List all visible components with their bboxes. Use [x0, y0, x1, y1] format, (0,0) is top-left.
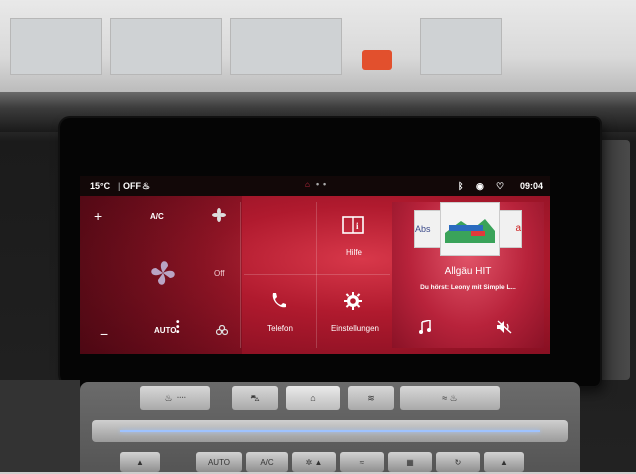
background-red-object: [362, 50, 392, 70]
infotainment-screen: 15°C | OFF ♨ ⌂ • • ᛒ ◉ ♡ 09:04 + A/C Off…: [80, 176, 550, 354]
console-button[interactable]: ▲: [484, 452, 524, 472]
radio-card[interactable]: Abs a Allgäu HIT Du hörst: Leony mit Sim…: [392, 202, 544, 348]
car-button[interactable]: ⛍: [232, 386, 278, 410]
fan-icon[interactable]: [212, 208, 226, 227]
outside-temperature: 15°C: [90, 181, 111, 191]
ac-console-button[interactable]: A/C: [246, 452, 288, 472]
location-icon: ♡: [496, 181, 505, 191]
help-label[interactable]: Hilfe: [324, 248, 384, 257]
station-name: Allgäu HIT: [444, 266, 492, 277]
page-dot[interactable]: •: [316, 179, 319, 189]
background-panel: [420, 18, 502, 75]
background-panel: [230, 18, 342, 75]
prev-station-logo[interactable]: Abs: [414, 210, 442, 248]
home-page-dot-icon[interactable]: ⌂: [305, 180, 310, 189]
settings-gear-icon[interactable]: [344, 292, 362, 315]
fan-speed-icon[interactable]: [146, 256, 180, 295]
temperature-plus-button[interactable]: +: [94, 208, 102, 224]
music-source-icon[interactable]: [418, 319, 434, 339]
help-book-icon[interactable]: i: [342, 216, 364, 239]
divider-shortcuts: [316, 202, 317, 348]
seat-heat-button[interactable]: ♨ ᠁: [140, 386, 210, 410]
divider-shortcut-row: [244, 274, 390, 275]
seat-heat-icon[interactable]: ♨: [142, 181, 150, 192]
mute-icon[interactable]: [496, 320, 512, 339]
background-panel: [110, 18, 222, 75]
rear-defrost-console-button[interactable]: ▦: [388, 452, 432, 472]
home-button[interactable]: ⌂: [286, 386, 340, 410]
bluetooth-icon: ᛒ: [458, 181, 464, 191]
dashboard-left-trim: [0, 380, 80, 472]
phone-icon[interactable]: [270, 292, 286, 315]
status-bar: 15°C | OFF ♨ ⌂ • • ᛒ ◉ ♡ 09:04: [80, 176, 550, 196]
background-panel: [10, 18, 102, 75]
clock: 09:04: [520, 181, 544, 191]
divider: |: [118, 181, 121, 191]
auto-button[interactable]: AUTO: [154, 326, 177, 335]
ambient-light-strip: [120, 430, 540, 432]
car-connect-icon: ◉: [476, 181, 484, 191]
auto-climate-button[interactable]: AUTO: [196, 452, 242, 472]
recirculation-fan-icon[interactable]: [215, 324, 229, 342]
recirc-button[interactable]: ↻: [436, 452, 480, 472]
auto-level-indicator: • • •: [176, 317, 180, 338]
divider-climate: [240, 202, 241, 348]
defrost-button[interactable]: ≈ ♨: [400, 386, 500, 410]
page-dot[interactable]: •: [323, 179, 326, 189]
settings-label[interactable]: Einstellungen: [320, 324, 390, 333]
fan-up-button[interactable]: ✲ ▲: [292, 452, 336, 472]
rear-defrost-button[interactable]: ≋: [348, 386, 394, 410]
fan-off-indicator: OFF: [123, 181, 141, 191]
now-playing: Du hörst: Leony mit Simple L...: [420, 284, 516, 291]
ac-button[interactable]: A/C: [150, 212, 164, 221]
home-content: + A/C Off − AUTO • • • i Hilfe Telefon Ein…: [80, 196, 550, 354]
temperature-minus-button[interactable]: −: [100, 326, 108, 342]
fan-status: Off: [214, 269, 225, 278]
svg-text:i: i: [356, 221, 359, 231]
station-logo: [440, 202, 500, 256]
console-button[interactable]: ▲: [120, 452, 160, 472]
defrost-console-button[interactable]: ≈: [340, 452, 384, 472]
phone-label[interactable]: Telefon: [250, 324, 310, 333]
